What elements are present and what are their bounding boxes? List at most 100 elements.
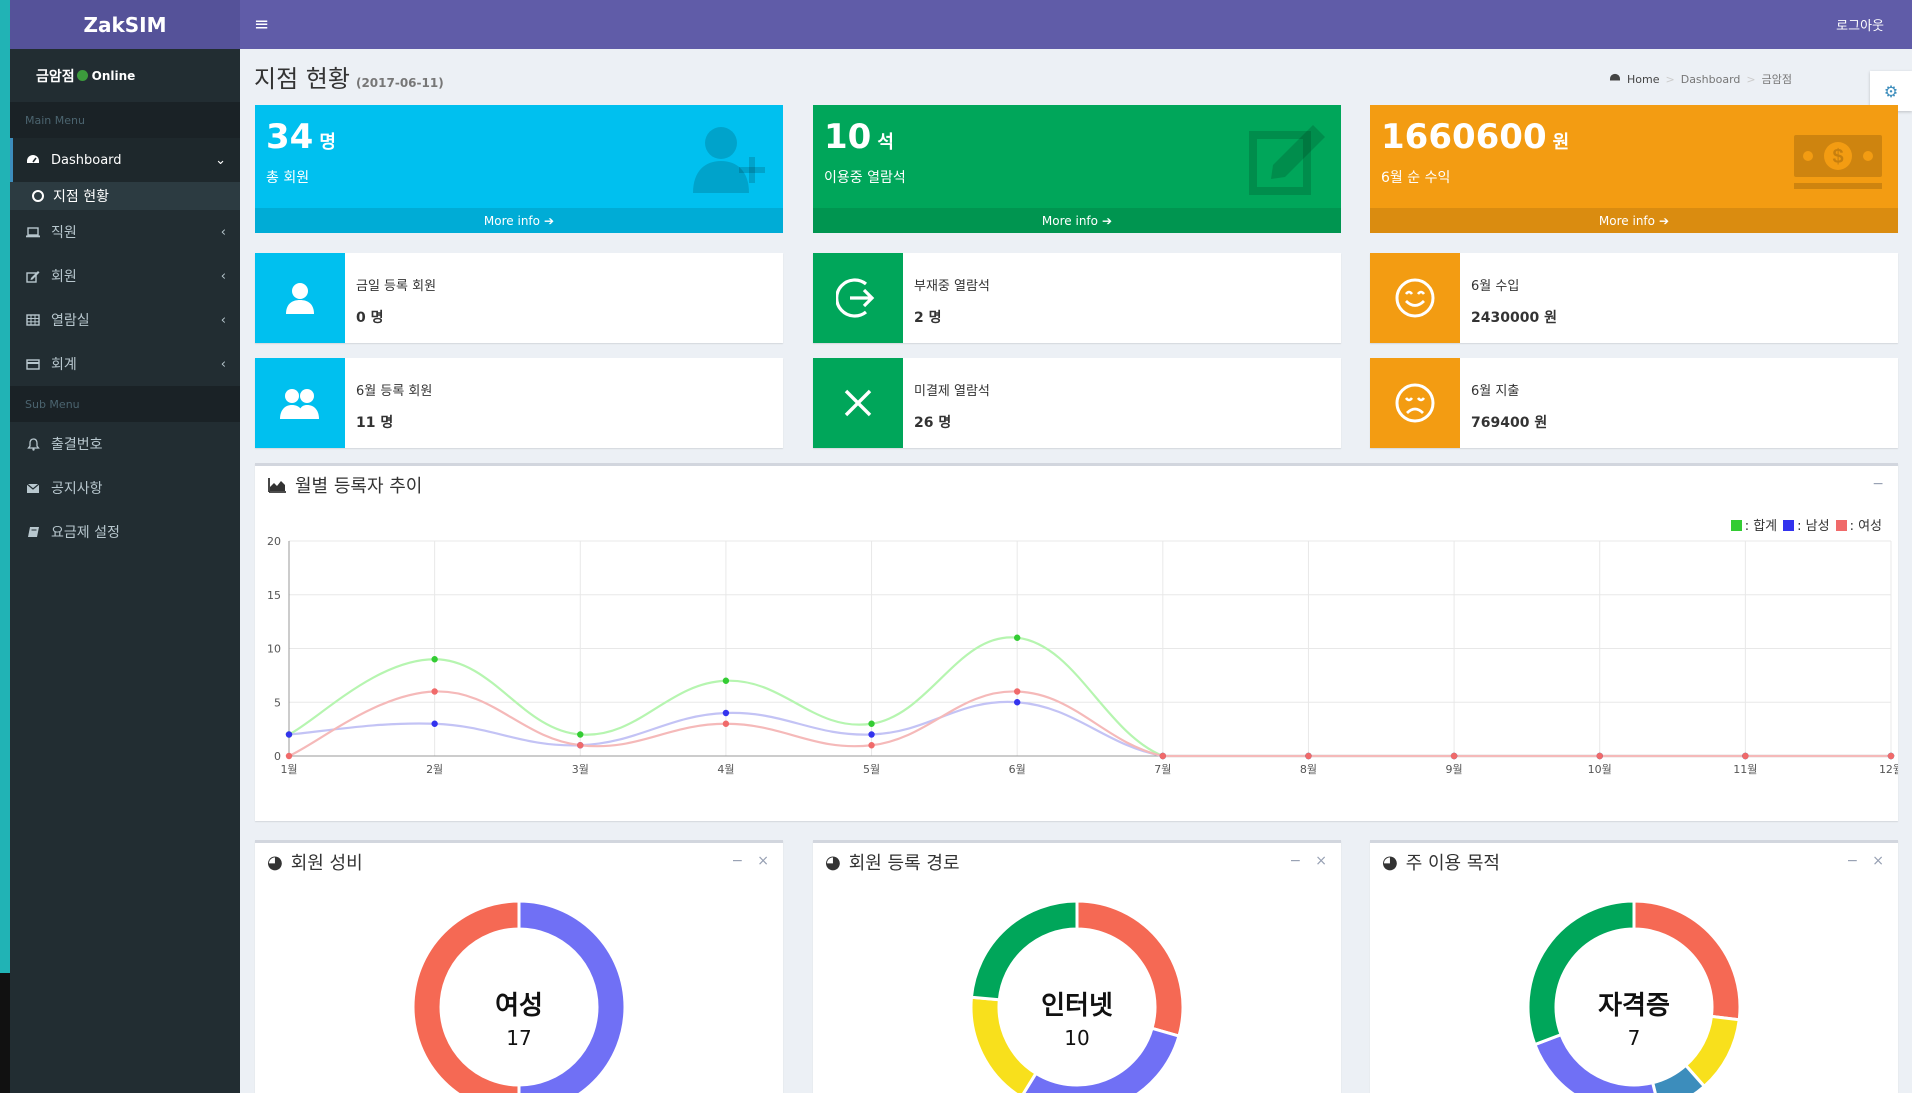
x-tick-label: 11월 [1733, 763, 1757, 776]
gear-icon: ⚙ [1883, 81, 1899, 101]
info-box-unpaid-seats: 미결제 열람석 26 명 [813, 358, 1341, 448]
user-plus-icon [693, 127, 765, 193]
window-edge-dark [0, 973, 10, 1093]
sidebar-item-members[interactable]: 회원 ‹ [10, 254, 240, 298]
value-number: 10 [824, 117, 872, 157]
info-box-value: 2 명 [914, 310, 942, 326]
page-title-text: 지점 현황 [254, 65, 350, 93]
y-tick-label: 15 [267, 589, 281, 602]
more-info-label: More info [1041, 213, 1098, 228]
series-line [288, 636, 1891, 758]
data-point [722, 709, 730, 717]
data-point [722, 720, 730, 727]
value-unit: 석 [877, 132, 894, 153]
more-info-link[interactable]: More info ➔ [1370, 208, 1898, 233]
info-box-monthly-registrations: 6월 등록 회원 11 명 [255, 358, 783, 448]
breadcrumb-home[interactable]: Home [1627, 73, 1659, 86]
info-box-icon-area [1370, 253, 1460, 343]
info-box-label: 6월 지출 [1471, 384, 1520, 399]
info-box-label: 6월 수입 [1471, 279, 1520, 294]
x-tick-label: 4월 [717, 763, 734, 776]
chevron-left-icon: ‹ [220, 356, 226, 372]
donut-center: 인터넷 10 [977, 985, 1177, 1050]
data-point [722, 677, 730, 684]
sidebar-toggle-icon[interactable]: ≡ [254, 14, 269, 35]
data-point [868, 720, 875, 727]
info-box-monthly-income: 6월 수입 2430000 원 [1370, 253, 1898, 343]
info-box-icon-area [813, 358, 903, 448]
logout-link[interactable]: 로그아웃 [1836, 15, 1884, 34]
sign-out-icon [836, 278, 875, 318]
info-box-icon-area [255, 358, 345, 448]
info-box-label: 금일 등록 회원 [356, 279, 437, 294]
chevron-left-icon: ‹ [220, 268, 226, 284]
sidebar-item-accounting[interactable]: 회계 ‹ [10, 342, 240, 386]
info-box-icon-area [255, 253, 345, 343]
info-box-value: 2430000 원 [1471, 310, 1557, 326]
chevron-left-icon: ‹ [220, 312, 226, 328]
donut-center-label: 인터넷 [1041, 991, 1113, 1021]
sidebar-item-label: 열람실 [51, 313, 90, 329]
sidebar-item-label: 출결번호 [51, 437, 103, 453]
value-number: 34 [266, 117, 314, 157]
more-info-label: More info [483, 213, 540, 228]
more-info-link[interactable]: More info ➔ [255, 208, 783, 233]
info-box-monthly-expense: 6월 지출 769400 원 [1370, 358, 1898, 448]
data-point [431, 720, 438, 727]
line-chart-panel: 월별 등록자 추이 − : 합계 : 남성 : 여성 0 5 10 15 20 1월 2월 3… [255, 463, 1898, 821]
info-box-icon-area [813, 253, 903, 343]
sidebar-item-notices[interactable]: 공지사항 [10, 466, 240, 510]
donut-center-label: 자격증 [1598, 991, 1670, 1021]
sidebar-item-label: 지점 현황 [53, 189, 109, 205]
smile-icon [1395, 278, 1435, 318]
info-box-label: 6월 등록 회원 [356, 384, 433, 399]
data-point [431, 656, 438, 663]
bell-icon [25, 436, 41, 452]
svg-text:$: $ [1832, 146, 1843, 168]
sidebar-subitem-branch-status[interactable]: 지점 현황 [10, 182, 240, 210]
small-box-label: 총 회원 [266, 170, 310, 186]
arrow-circle-right-icon: ➔ [1102, 213, 1113, 228]
small-box-value: 1660600 원 [1381, 117, 1569, 157]
brand-logo[interactable]: ZakSIM [10, 0, 240, 49]
small-box-seats-in-use: 10 석 이용중 열람석 More info ➔ [813, 105, 1341, 233]
more-info-link[interactable]: More info ➔ [813, 208, 1341, 233]
small-box-label: 6월 순 수익 [1381, 170, 1451, 186]
book-icon [25, 524, 41, 540]
data-point [1742, 752, 1749, 760]
online-status-dot-icon [76, 70, 88, 81]
user-panel: 금암점 Online [10, 49, 240, 102]
envelope-icon [25, 480, 41, 496]
frown-icon [1395, 383, 1435, 423]
sidebar-item-label: Dashboard [51, 152, 122, 168]
value-number: 1660600 [1381, 117, 1547, 157]
breadcrumb-separator: > [1746, 72, 1756, 86]
info-box-label: 미결제 열람석 [914, 384, 990, 399]
data-point [1013, 634, 1021, 641]
info-box-icon-area [1370, 358, 1460, 448]
window-edge-strip [0, 0, 10, 1093]
x-tick-label: 9월 [1446, 763, 1463, 776]
small-box-value: 10 석 [824, 117, 894, 157]
arrow-circle-right-icon: ➔ [544, 213, 555, 228]
x-tick-label: 5월 [863, 763, 880, 776]
sidebar-item-attendance-number[interactable]: 출결번호 [10, 422, 240, 466]
sidebar-item-staff[interactable]: 직원 ‹ [10, 210, 240, 254]
breadcrumb-dashboard[interactable]: Dashboard [1681, 73, 1741, 86]
sidebar-item-dashboard[interactable]: Dashboard ⌄ [10, 138, 240, 182]
money-icon: $ [1794, 135, 1882, 189]
x-tick-label: 1월 [280, 763, 297, 776]
data-point [1887, 752, 1895, 760]
data-point [1013, 699, 1021, 706]
donut-center-label: 여성 [495, 991, 543, 1021]
sidebar-item-reading-room[interactable]: 열람실 ‹ [10, 298, 240, 342]
x-tick-label: 12월 [1879, 763, 1898, 776]
small-box-value: 34 명 [266, 117, 336, 157]
sidebar-item-pricing-settings[interactable]: 요금제 설정 [10, 510, 240, 554]
sub-menu-header: Sub Menu [10, 386, 240, 422]
chevron-left-icon: ‹ [220, 224, 226, 240]
donut-panel-usage-purpose: ◕ 주 이용 목적 − × 자격증 7 [1370, 840, 1898, 1093]
main-content: 지점 현황 (2017-06-11) Home > Dashboard > 금암점… [240, 49, 1912, 1093]
info-box-value: 26 명 [914, 415, 952, 431]
page-date: (2017-06-11) [355, 76, 444, 90]
